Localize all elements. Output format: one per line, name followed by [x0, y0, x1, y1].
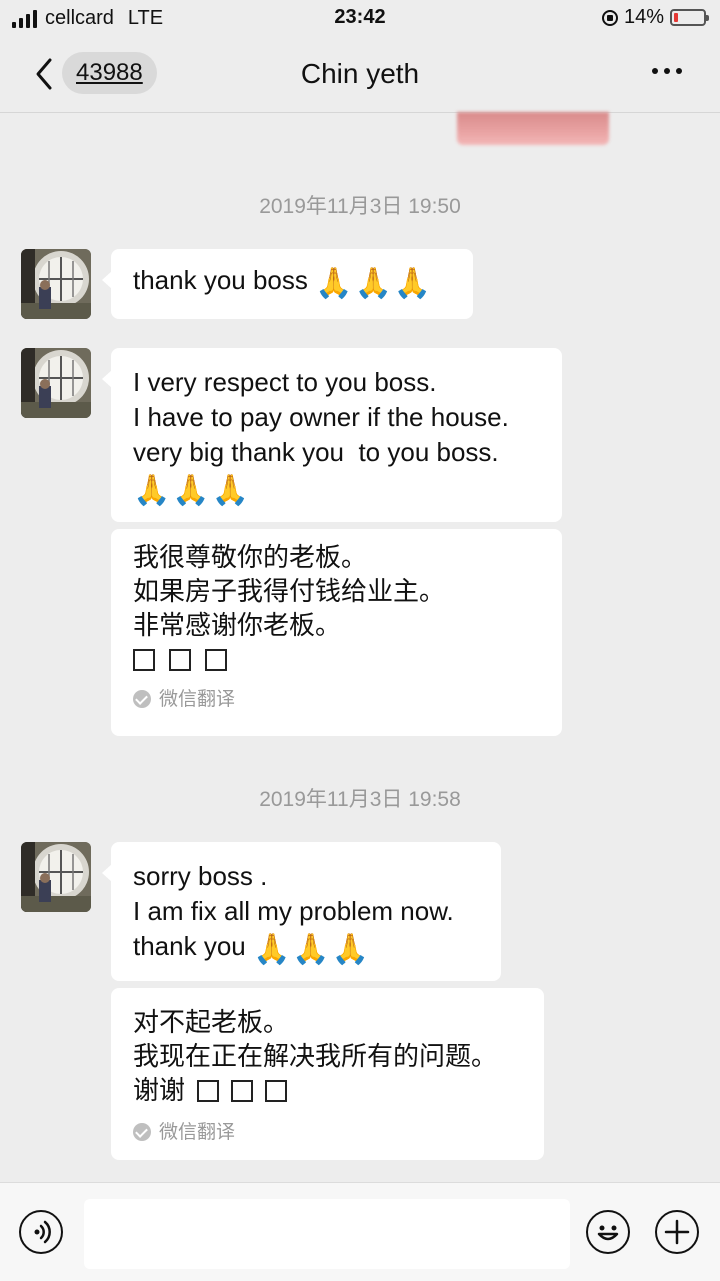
- battery-percent: 14%: [623, 6, 664, 28]
- orientation-lock-icon: [601, 9, 618, 26]
- check-circle-icon: [133, 690, 151, 708]
- praying-hands-emoji: 🙏🙏🙏: [315, 267, 434, 300]
- translation-bubble[interactable]: 对不起老板。 我现在正在解决我所有的问题。 谢谢 微信翻译: [111, 988, 544, 1160]
- check-circle-icon: [133, 1123, 151, 1141]
- message-text: I am fix all my problem now.: [133, 896, 454, 926]
- praying-hands-emoji: 🙏🙏🙏: [133, 474, 252, 507]
- translation-text: 非常感谢你老板。: [133, 611, 342, 641]
- chat-title: Chin yeth: [300, 58, 420, 89]
- message-bubble[interactable]: thank you boss 🙏🙏🙏: [102, 249, 473, 319]
- message-bubble[interactable]: sorry boss . I am fix all my problem now…: [102, 842, 501, 981]
- previous-message-bubble[interactable]: [457, 112, 609, 145]
- message-timestamp: 2019年11月3日 19:50: [259, 195, 461, 218]
- unrendered-emoji-box: [197, 1080, 220, 1102]
- translation-text: 谢谢: [133, 1076, 186, 1106]
- message-text: I very respect to you boss.: [133, 367, 437, 397]
- translation-text: 对不起老板。: [133, 1008, 290, 1038]
- unrendered-emoji-box: [231, 1080, 254, 1102]
- chat-header: 43988 Chin yeth: [0, 38, 720, 113]
- voice-icon[interactable]: [19, 1210, 63, 1254]
- translation-bubble[interactable]: 我很尊敬你的老板。 如果房子我得付钱给业主。 非常感谢你老板。 微信翻译: [111, 529, 562, 736]
- status-bar: cellcard LTE 23:42 14%: [0, 0, 720, 38]
- message-bubble[interactable]: I very respect to you boss. I have to pa…: [102, 348, 562, 522]
- translation-label: 微信翻译: [159, 688, 236, 710]
- message-timestamp: 2019年11月3日 19:58: [259, 788, 461, 811]
- message-text: thank you: [133, 931, 246, 961]
- praying-hands-emoji: 🙏🙏🙏: [252, 933, 372, 966]
- unrendered-emoji-box: [265, 1080, 288, 1102]
- avatar[interactable]: [21, 249, 91, 319]
- translation-text: 我现在正在解决我所有的问题。: [133, 1042, 498, 1072]
- message-text: sorry boss .: [133, 861, 268, 891]
- avatar[interactable]: [21, 842, 91, 912]
- message-text: I have to pay owner if the house.: [133, 402, 509, 432]
- translation-label: 微信翻译: [159, 1121, 236, 1143]
- message-input[interactable]: [84, 1199, 570, 1269]
- input-bar: [0, 1182, 720, 1281]
- message-text: thank you boss: [133, 265, 308, 295]
- translation-text: 我很尊敬你的老板。: [133, 543, 368, 573]
- status-right: 14%: [601, 6, 709, 29]
- emoji-icon[interactable]: [586, 1210, 630, 1254]
- translation-badge: 微信翻译: [133, 1120, 522, 1144]
- translation-text: 如果房子我得付钱给业主。: [133, 577, 446, 607]
- battery-icon: [670, 9, 709, 26]
- unrendered-emoji-boxes: [133, 643, 540, 677]
- message-text: very big thank you to you boss.: [133, 437, 499, 467]
- plus-icon[interactable]: [655, 1210, 699, 1254]
- more-dots-icon[interactable]: [652, 68, 682, 74]
- translation-badge: 微信翻译: [133, 687, 540, 711]
- avatar[interactable]: [21, 348, 91, 418]
